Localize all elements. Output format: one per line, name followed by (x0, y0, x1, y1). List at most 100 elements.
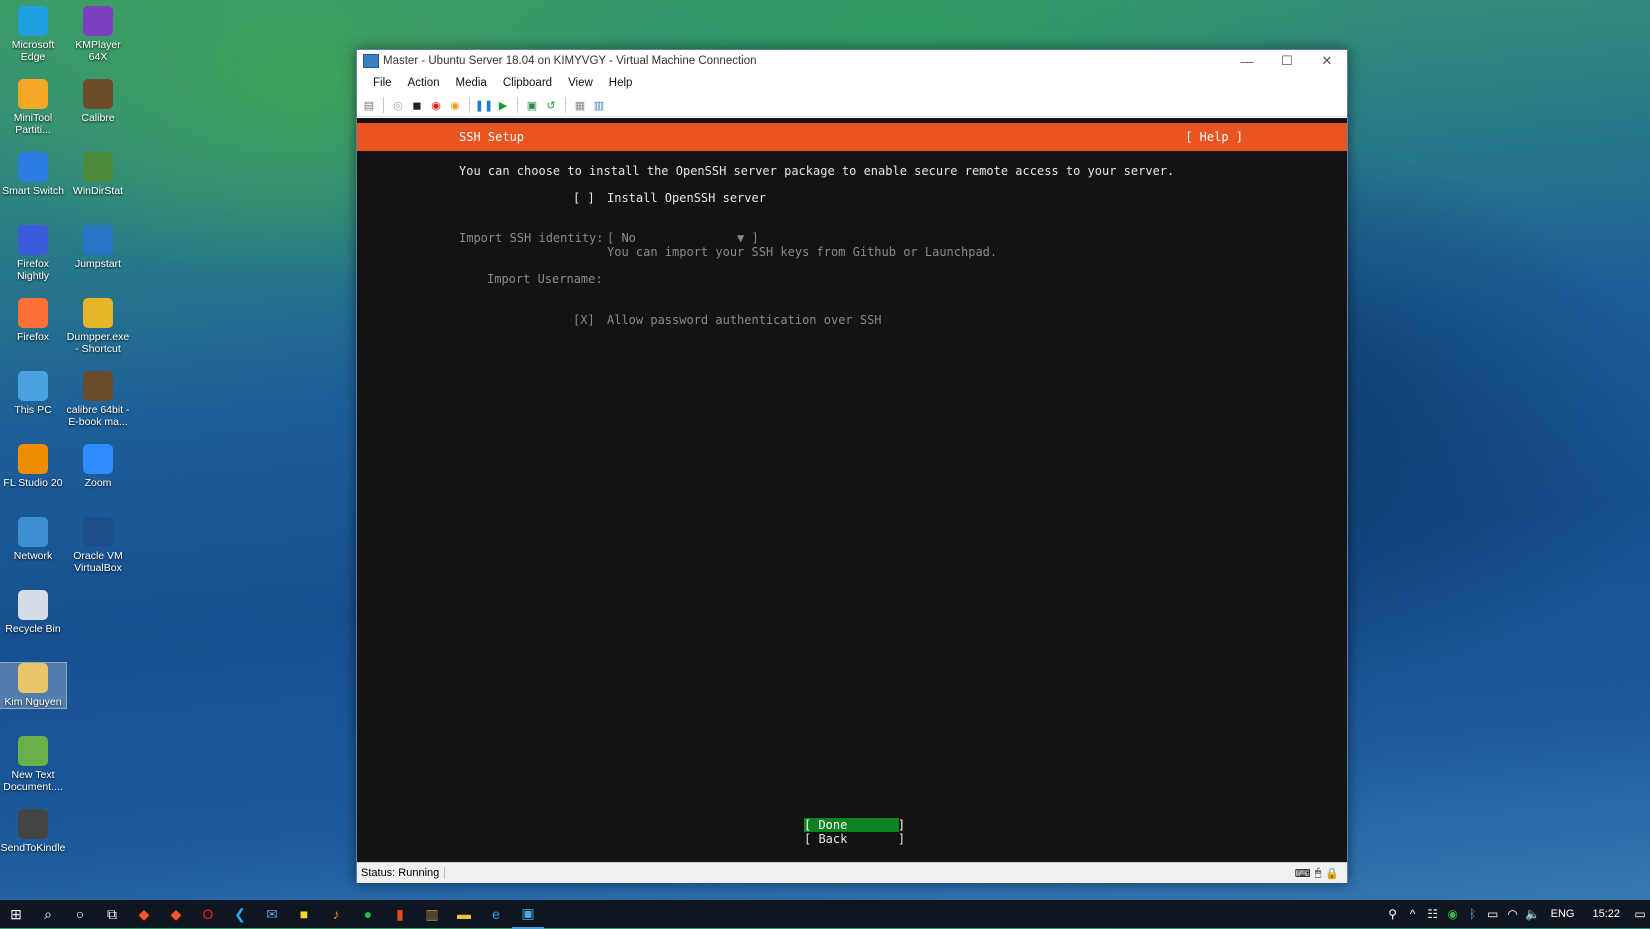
desktop-icon-label: Microsoft Edge (11, 39, 55, 63)
menu-media[interactable]: Media (448, 77, 495, 89)
desktop-icon[interactable]: WinDirStat (65, 152, 131, 197)
opera-icon[interactable]: O (192, 900, 224, 928)
desktop-icon[interactable]: MiniTool Partiti... (0, 79, 66, 136)
app-icon (83, 517, 113, 547)
import-username-label: Import Username: (487, 272, 603, 286)
desktop-icon[interactable]: Kim Nguyen (0, 662, 67, 709)
desktop-icon[interactable]: Dumpper.exe - Shortcut (65, 298, 131, 355)
minimize-button[interactable]: — (1227, 54, 1267, 69)
desktop-icon[interactable]: New Text Document.... (0, 736, 66, 793)
desktop-icon[interactable]: Firefox (0, 298, 66, 343)
app-icon (18, 371, 48, 401)
desktop-icon[interactable]: This PC (0, 371, 66, 416)
desktop-icon[interactable]: Microsoft Edge (0, 6, 66, 63)
volume-icon[interactable]: 🔈 (1523, 907, 1543, 921)
desktop-icon[interactable]: Network (0, 517, 66, 562)
desktop-icon[interactable]: Recycle Bin (0, 590, 66, 635)
app-icon (18, 444, 48, 474)
wifi-icon[interactable]: ◠ (1503, 907, 1523, 921)
brave-icon[interactable]: ◆ (128, 900, 160, 928)
desktop-icon[interactable]: Calibre (65, 79, 131, 124)
start-icon[interactable]: ◎ (390, 97, 406, 113)
shut-down-icon[interactable]: ◉ (428, 97, 444, 113)
install-openssh-checkbox[interactable]: [ ] (573, 191, 595, 205)
calibre-icon[interactable]: ▥ (416, 900, 448, 928)
office-icon[interactable]: ▮ (384, 900, 416, 928)
turn-off-icon[interactable]: ◼ (409, 97, 425, 113)
app-icon (18, 298, 48, 328)
toolbar: ▤ ◎ ◼ ◉ ◉ ❚❚ ▶ ▣ ↺ ▦ ▥ (357, 94, 1347, 117)
start-button-icon[interactable]: ⊞ (0, 900, 32, 928)
menu-file[interactable]: File (365, 77, 400, 89)
window-titlebar[interactable]: Master - Ubuntu Server 18.04 on KIMYVGY … (357, 50, 1347, 72)
checkpoint-icon[interactable]: ▣ (524, 97, 540, 113)
brave-beta-icon[interactable]: ◆ (160, 900, 192, 928)
resume-icon[interactable]: ▶ (495, 97, 511, 113)
app-icon (83, 6, 113, 36)
desktop-icon-label: Network (13, 550, 53, 562)
bluetooth-icon[interactable]: ᛒ (1463, 907, 1483, 921)
desktop-icon[interactable]: Jumpstart (65, 225, 131, 270)
toolbar-separator (565, 97, 566, 113)
install-openssh-label: Install OpenSSH server (607, 191, 766, 205)
menu-view[interactable]: View (560, 77, 601, 89)
intro-text: You can choose to install the OpenSSH se… (459, 164, 1175, 178)
enhanced-session-icon[interactable]: ▦ (572, 97, 588, 113)
app-icon (18, 79, 48, 109)
cortana-icon[interactable]: ○ (64, 900, 96, 928)
people-icon[interactable]: ⚲ (1383, 907, 1403, 921)
vm-console[interactable]: SSH Setup [ Help ] You can choose to ins… (357, 118, 1347, 862)
window-title: Master - Ubuntu Server 18.04 on KIMYVGY … (383, 55, 757, 67)
pause-icon[interactable]: ❚❚ (475, 97, 493, 113)
battery-icon[interactable]: ▭ (1483, 907, 1503, 921)
desktop-icon[interactable]: SendToKindle (0, 809, 66, 854)
fl-studio-icon[interactable]: ♪ (320, 900, 352, 928)
done-button[interactable]: [ Done ] (804, 818, 905, 832)
menu-clipboard[interactable]: Clipboard (495, 77, 560, 89)
import-identity-select[interactable]: [ No ▼ ] (607, 231, 759, 245)
clock[interactable]: 15:22 (1582, 908, 1630, 920)
notification-icon[interactable]: ▭ (1630, 907, 1650, 921)
maximize-button[interactable]: ☐ (1267, 53, 1307, 69)
language-indicator[interactable]: ENG (1543, 908, 1583, 920)
desktop-icon[interactable]: Oracle VM VirtualBox (65, 517, 131, 574)
desktop-icon-label: SendToKindle (0, 842, 66, 854)
menu-help[interactable]: Help (601, 77, 641, 89)
edge-icon[interactable]: e (480, 900, 512, 928)
desktop-icon-label: Kim Nguyen (4, 696, 62, 708)
spotify-icon[interactable]: ● (352, 900, 384, 928)
desktop-icon[interactable]: FL Studio 20 (0, 444, 66, 489)
password-auth-checkbox[interactable]: [X] (573, 313, 595, 327)
desktop-icon[interactable]: Firefox Nightly (0, 225, 66, 282)
save-icon[interactable]: ◉ (447, 97, 463, 113)
status-icons: ⌨ 🖱 🔒 (1295, 867, 1347, 880)
help-button[interactable]: [ Help ] (1185, 130, 1243, 144)
app-icon (83, 225, 113, 255)
desktop-icon-label: calibre 64bit - E-book ma... (66, 404, 130, 428)
task-view-icon[interactable]: ⧉ (96, 900, 128, 928)
close-button[interactable]: ✕ (1307, 53, 1347, 69)
search-icon[interactable]: ⌕ (32, 900, 64, 928)
hyperv-icon[interactable]: ▣ (512, 899, 544, 929)
menu-action[interactable]: Action (400, 77, 448, 89)
ctrl-alt-del-icon[interactable]: ▤ (361, 97, 377, 113)
chevron-up-icon[interactable]: ^ (1403, 907, 1423, 921)
desktop-icon-label: KMPlayer 64X (75, 39, 121, 63)
share-icon[interactable]: ▥ (591, 97, 607, 113)
back-button[interactable]: [ Back ] (804, 832, 905, 846)
revert-icon[interactable]: ↺ (543, 97, 559, 113)
security-icon[interactable]: ◉ (1443, 907, 1463, 921)
mail-icon[interactable]: ✉ (256, 900, 288, 928)
sticky-notes-icon[interactable]: ■ (288, 900, 320, 928)
status-bar: Status: Running ⌨ 🖱 🔒 (357, 862, 1347, 883)
file-explorer-icon[interactable]: ▬ (448, 900, 480, 928)
network-adapter-icon[interactable]: ☷ (1423, 907, 1443, 921)
desktop-icon-label: MiniTool Partiti... (13, 112, 53, 136)
desktop-icon[interactable]: KMPlayer 64X (65, 6, 131, 63)
desktop-icon[interactable]: Smart Switch (0, 152, 66, 197)
desktop-icon[interactable]: Zoom (65, 444, 131, 489)
vscode-icon[interactable]: ❮ (224, 900, 256, 928)
toolbar-separator (383, 97, 384, 113)
desktop-icon[interactable]: calibre 64bit - E-book ma... (65, 371, 131, 428)
desktop-icon-label: Dumpper.exe - Shortcut (66, 331, 130, 355)
